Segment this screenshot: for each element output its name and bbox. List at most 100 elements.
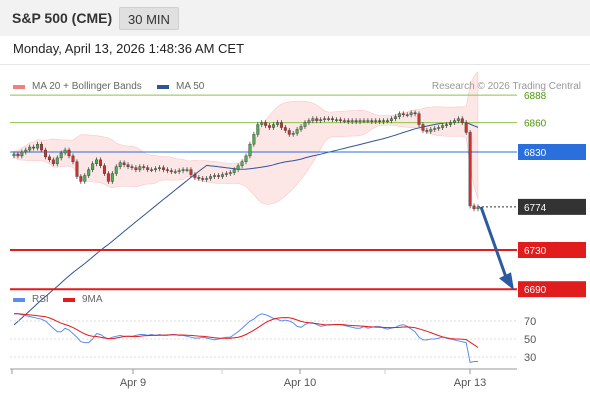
candle-body <box>59 152 63 159</box>
candle-body <box>122 162 126 165</box>
candle-body <box>28 146 32 151</box>
candle-body <box>51 159 55 164</box>
candle-body <box>228 172 232 174</box>
candle-body <box>452 120 456 123</box>
level-label-6888: 6888 <box>524 91 547 102</box>
level-label-6860: 6860 <box>524 119 547 130</box>
candle-body <box>213 175 217 177</box>
candle-body <box>311 118 315 121</box>
candle-body <box>154 168 158 170</box>
candle-body <box>67 149 71 157</box>
candle-body <box>409 112 413 115</box>
rsi-panel: 70 50 30 <box>10 313 536 364</box>
candle-body <box>209 176 213 179</box>
candle-body <box>138 166 142 170</box>
candle-body <box>169 170 173 172</box>
candle-body <box>358 120 362 122</box>
candle-body <box>429 129 433 132</box>
candle-body <box>275 122 279 125</box>
candle <box>248 141 252 159</box>
candle-body <box>83 175 87 182</box>
candle-body <box>401 113 405 115</box>
candle-body <box>114 166 118 174</box>
candle <box>468 129 472 209</box>
candle-body <box>468 132 472 207</box>
bollinger-band <box>13 71 479 205</box>
time-tick-label: Apr 9 <box>120 377 146 389</box>
candle-body <box>449 122 452 125</box>
candle-body <box>386 120 390 122</box>
candle-body <box>106 173 110 182</box>
candle-body <box>421 124 425 131</box>
candle-body <box>441 125 445 128</box>
candle-body <box>150 169 154 171</box>
level-label-6774: 6774 <box>524 203 547 214</box>
candle-body <box>110 173 114 182</box>
candle-body <box>130 166 134 168</box>
candle-body <box>95 159 99 164</box>
candle-body <box>354 120 358 122</box>
candle-body <box>291 133 295 135</box>
candle-body <box>158 167 161 169</box>
candle-body <box>256 124 260 135</box>
candle <box>472 203 476 212</box>
candle-body <box>315 118 319 121</box>
candle <box>476 204 480 212</box>
candle-body <box>63 149 67 154</box>
candle-body <box>79 176 83 182</box>
price-panel: 6888 6860 6830 6774 6730 6690 <box>10 71 586 326</box>
candle-body <box>236 165 240 170</box>
candle-body <box>134 167 138 170</box>
candle-body <box>472 205 476 210</box>
candle-body <box>342 120 346 122</box>
level-label-6730: 6730 <box>524 246 547 257</box>
time-axis: Apr 9 Apr 10 Apr 13 <box>10 368 517 389</box>
candle-body <box>370 120 374 122</box>
candle-body <box>390 118 393 121</box>
candle-body <box>75 161 79 177</box>
candle-body <box>425 130 429 132</box>
price-chart[interactable]: 688868606830677467306690 705030 Apr 9 Apr… <box>0 0 590 400</box>
candle-body <box>189 169 193 175</box>
rsi-tick-label: 50 <box>524 334 536 346</box>
rsi-tick-label: 70 <box>524 316 536 328</box>
candle-body <box>334 119 338 121</box>
candle-body <box>260 122 264 125</box>
candle-body <box>464 122 468 133</box>
candle-body <box>268 125 272 128</box>
forecast-arrowhead <box>499 272 514 291</box>
candle-body <box>319 119 323 121</box>
candle-body <box>118 162 122 167</box>
candle-body <box>240 161 244 166</box>
candle-body <box>252 134 256 145</box>
candle-body <box>264 122 268 126</box>
rsi-tick-label: 30 <box>524 352 536 364</box>
candle-body <box>232 169 236 173</box>
candle-body <box>12 153 16 157</box>
candle-body <box>323 118 327 120</box>
candle-body <box>272 124 275 128</box>
candle-body <box>433 128 437 130</box>
candle-body <box>177 170 181 172</box>
candle-body <box>456 118 460 121</box>
candle-body <box>331 118 334 120</box>
candle-body <box>366 120 370 122</box>
candle-body <box>126 164 130 167</box>
candle-body <box>350 120 354 122</box>
time-tick-label: Apr 10 <box>284 377 316 389</box>
candle-body <box>16 153 20 157</box>
candle-body <box>224 173 228 175</box>
candle-body <box>205 178 209 180</box>
candle-body <box>24 149 28 153</box>
candle-body <box>91 163 95 170</box>
candle-body <box>161 167 165 170</box>
candle-body <box>142 166 146 168</box>
candle-body <box>460 118 464 123</box>
candle-body <box>146 167 150 170</box>
forecast-arrow <box>479 206 508 278</box>
candle-body <box>32 146 36 149</box>
candle-body <box>307 120 311 123</box>
candle-body <box>417 113 421 125</box>
candle-body <box>299 126 303 130</box>
candle-body <box>248 143 252 157</box>
